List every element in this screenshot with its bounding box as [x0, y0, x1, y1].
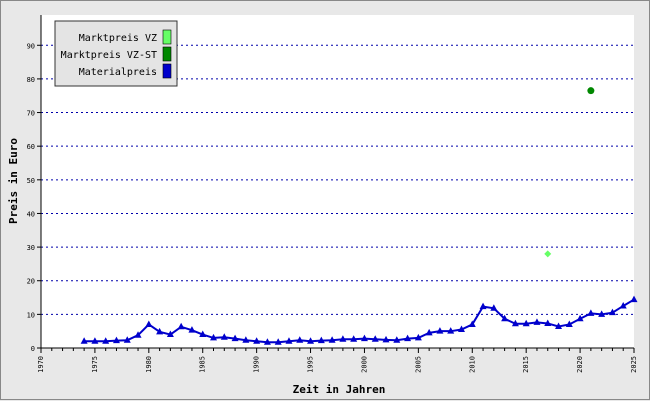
x-tick-label-2020: 2020: [576, 356, 584, 373]
x-tick-label-2010: 2010: [468, 356, 476, 373]
x-tick-label-1995: 1995: [307, 356, 315, 373]
line-chart: 0 10 20 30 40 50 60 70 80 90 1970 1975 1980 1985 1990…: [7, 15, 638, 396]
legend-label-materialpreis: Materialpreis: [79, 67, 157, 78]
y-tick-label-40: 40: [27, 210, 35, 218]
x-tick-label-1985: 1985: [199, 356, 207, 373]
x-tick-label-2015: 2015: [522, 356, 530, 373]
y-tick-label-20: 20: [27, 278, 35, 286]
y-tick-label-60: 60: [27, 143, 35, 151]
x-tick-label-1980: 1980: [145, 356, 153, 373]
y-tick-labels: 0 10 20 30 40 50 60 70 80 90: [27, 42, 35, 353]
legend: Marktpreis VZ Marktpreis VZ-ST Materialp…: [54, 20, 178, 87]
y-tick-label-30: 30: [27, 244, 35, 252]
chart-frame: 0 10 20 30 40 50 60 70 80 90 1970 1975 1980 1985 1990…: [0, 0, 650, 400]
legend-swatch-marktpreis-vz: [162, 29, 172, 45]
y-tick-label-90: 90: [27, 42, 35, 50]
legend-label-marktpreis-vz: Marktpreis VZ: [79, 33, 157, 44]
x-tick-label-1990: 1990: [253, 356, 261, 373]
x-tick-label-2005: 2005: [414, 356, 422, 373]
y-tick-label-80: 80: [27, 76, 35, 84]
x-tick-label-2025: 2025: [630, 356, 638, 373]
y-tick-label-70: 70: [27, 110, 35, 118]
y-tick-label-50: 50: [27, 177, 35, 185]
x-tick-label-1975: 1975: [91, 356, 99, 373]
data-point-marktpreis-vz-st-2021: [587, 87, 595, 95]
legend-swatch-marktpreis-vz-st: [162, 46, 172, 62]
y-tick-label-10: 10: [27, 311, 35, 319]
x-tick-label-1970: 1970: [37, 356, 45, 373]
x-tick-label-2000: 2000: [360, 356, 368, 373]
y-tick-label-0: 0: [31, 345, 35, 353]
y-axis-title: Preis in Euro: [7, 138, 20, 224]
x-axis-title: Zeit in Jahren: [293, 383, 386, 396]
legend-swatch-materialpreis: [162, 63, 172, 79]
x-tick-labels: 1970 1975 1980 1985 1990 1995 2000 2005 2010 2015…: [37, 356, 638, 373]
legend-label-marktpreis-vz-st: Marktpreis VZ-ST: [61, 50, 157, 61]
